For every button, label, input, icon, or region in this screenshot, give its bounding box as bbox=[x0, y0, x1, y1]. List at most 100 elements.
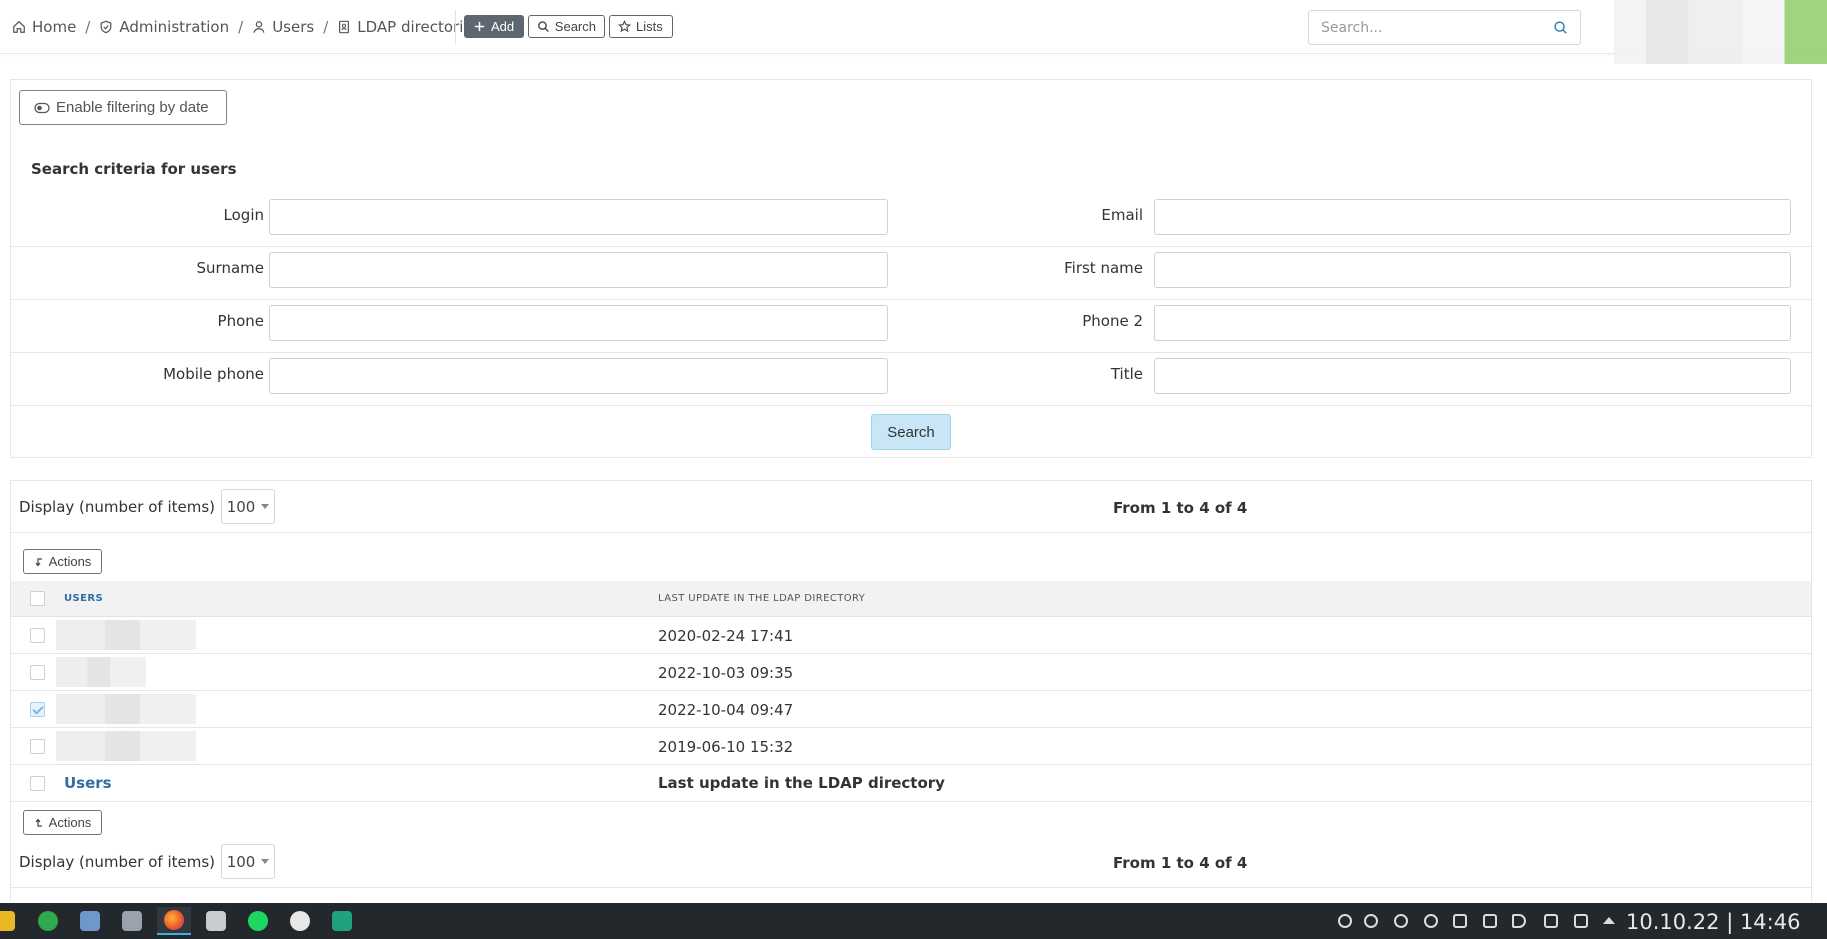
breadcrumb-users-label: Users bbox=[272, 18, 315, 36]
page-size-select-top[interactable]: 100 bbox=[221, 489, 276, 524]
add-button-label: Add bbox=[491, 19, 515, 34]
spotify-icon bbox=[248, 911, 268, 931]
enable-date-filter-button[interactable]: Enable filtering by date bbox=[19, 90, 227, 125]
filter-row-login-email: Login Email bbox=[11, 194, 1811, 247]
taskbar-app-clipboard[interactable] bbox=[199, 907, 233, 935]
pagination-info-top: From 1 to 4 of 4 bbox=[1113, 499, 1248, 517]
tray-window-icon[interactable] bbox=[1542, 912, 1560, 930]
footer-last-update-label: Last update in the LDAP directory bbox=[658, 774, 945, 792]
last-update-cell: 2019-06-10 15:32 bbox=[658, 738, 794, 756]
tray-brightness-icon[interactable] bbox=[1336, 912, 1354, 930]
first-name-input[interactable] bbox=[1154, 252, 1791, 288]
row-checkbox[interactable] bbox=[30, 665, 45, 680]
table-row[interactable]: 2019-06-10 15:32 bbox=[11, 728, 1811, 765]
row-checkbox[interactable] bbox=[30, 739, 45, 754]
login-label: Login bbox=[223, 206, 264, 224]
breadcrumb-home[interactable]: Home bbox=[12, 18, 76, 36]
user-name-blurred[interactable] bbox=[56, 657, 146, 687]
taskbar-app-firefox[interactable] bbox=[157, 907, 191, 935]
user-name-blurred[interactable] bbox=[56, 620, 196, 650]
tray-media-icon[interactable] bbox=[1362, 912, 1380, 930]
breadcrumb-separator: / bbox=[323, 18, 329, 36]
search-submit-button[interactable]: Search bbox=[871, 414, 951, 450]
phone-label: Phone bbox=[217, 312, 264, 330]
taskbar-app-x[interactable] bbox=[283, 907, 317, 935]
filter-row-surname-firstname: Surname First name bbox=[11, 247, 1811, 300]
breadcrumb-home-label: Home bbox=[32, 18, 77, 36]
actions-button-bottom[interactable]: Actions bbox=[23, 810, 102, 835]
select-all-checkbox[interactable] bbox=[30, 591, 45, 606]
table-header: Users Last update in the LDAP directory bbox=[11, 581, 1811, 617]
tray-expand-icon[interactable] bbox=[1600, 912, 1618, 930]
column-header-last-update[interactable]: Last update in the LDAP directory bbox=[658, 593, 865, 604]
row-checkbox[interactable] bbox=[30, 628, 45, 643]
user-icon bbox=[253, 21, 265, 33]
taskbar-app-spotify[interactable] bbox=[241, 907, 275, 935]
search-filter-panel: Enable filtering by date Search criteria… bbox=[10, 79, 1812, 458]
caret-down-icon bbox=[261, 859, 270, 864]
search-button-toolbar[interactable]: Search bbox=[528, 15, 605, 38]
taskbar-app-tools[interactable] bbox=[31, 907, 65, 935]
taskbar-app-store[interactable] bbox=[73, 907, 107, 935]
table-row[interactable]: 2022-10-04 09:47 bbox=[11, 691, 1811, 728]
breadcrumb: Home / Administration / Users / LDAP dir… bbox=[12, 18, 480, 36]
tray-clipboard-icon[interactable] bbox=[1451, 912, 1469, 930]
page-size-control-bottom: Display (number of items) 100 bbox=[19, 844, 276, 879]
global-search-box bbox=[1308, 10, 1581, 45]
taskbar-app-files[interactable] bbox=[115, 907, 149, 935]
taskbar-clock[interactable]: 10.10.22 | 14:46 bbox=[1626, 910, 1800, 934]
breadcrumb-users[interactable]: Users bbox=[252, 18, 314, 36]
actions-button-top[interactable]: Actions bbox=[23, 549, 102, 574]
page-size-value: 100 bbox=[226, 497, 256, 516]
firefox-icon bbox=[164, 910, 184, 930]
email-input[interactable] bbox=[1154, 199, 1791, 235]
tray-network-icon[interactable] bbox=[1392, 912, 1410, 930]
launcher-icon bbox=[0, 911, 15, 931]
global-search-input[interactable] bbox=[1321, 19, 1553, 36]
tray-printer-icon[interactable] bbox=[1481, 912, 1499, 930]
login-input[interactable] bbox=[269, 199, 888, 235]
criteria-title: Search criteria for users bbox=[31, 160, 237, 178]
breadcrumb-separator: / bbox=[238, 18, 244, 36]
tray-back-icon[interactable] bbox=[1422, 912, 1440, 930]
home-icon bbox=[13, 20, 25, 33]
title-input[interactable] bbox=[1154, 358, 1791, 394]
phone-input[interactable] bbox=[269, 305, 888, 341]
footer-users-label[interactable]: Users bbox=[64, 774, 112, 792]
star-icon bbox=[618, 20, 631, 33]
taskbar-app-launcher[interactable] bbox=[0, 907, 22, 935]
os-taskbar: 10.10.22 | 14:46 bbox=[0, 903, 1827, 939]
search-icon[interactable] bbox=[1553, 20, 1568, 35]
row-checkbox-checked[interactable] bbox=[30, 702, 45, 717]
toolbar-divider bbox=[455, 10, 456, 44]
breadcrumb-administration[interactable]: Administration bbox=[99, 18, 229, 36]
enable-date-filter-label: Enable filtering by date bbox=[56, 99, 209, 116]
phone2-input[interactable] bbox=[1154, 305, 1791, 341]
select-all-checkbox-footer[interactable] bbox=[30, 776, 45, 791]
mobile-phone-label: Mobile phone bbox=[163, 365, 264, 383]
top-navigation-bar: Home / Administration / Users / LDAP dir… bbox=[0, 0, 1827, 64]
table-row[interactable]: 2020-02-24 17:41 bbox=[11, 617, 1811, 654]
last-update-cell: 2022-10-04 09:47 bbox=[658, 701, 794, 719]
last-update-cell: 2022-10-03 09:35 bbox=[658, 664, 794, 682]
surname-label: Surname bbox=[196, 259, 264, 277]
phone2-label: Phone 2 bbox=[1082, 312, 1143, 330]
breadcrumb-ldap-directories[interactable]: LDAP directories bbox=[337, 18, 480, 36]
page-size-select-bottom[interactable]: 100 bbox=[221, 844, 276, 879]
mobile-phone-input[interactable] bbox=[269, 358, 888, 394]
wrench-icon bbox=[38, 911, 58, 931]
user-name-blurred[interactable] bbox=[56, 731, 196, 761]
lists-button[interactable]: Lists bbox=[609, 15, 673, 38]
x-app-icon bbox=[290, 911, 310, 931]
user-name-blurred[interactable] bbox=[56, 694, 196, 724]
tray-display-icon[interactable] bbox=[1572, 912, 1590, 930]
column-header-users[interactable]: Users bbox=[64, 593, 103, 604]
user-menu-blurred[interactable] bbox=[1614, 0, 1827, 64]
add-button[interactable]: Add bbox=[464, 15, 524, 38]
page-size-control-top: Display (number of items) 100 bbox=[19, 489, 276, 524]
first-name-label: First name bbox=[1064, 259, 1143, 277]
table-row[interactable]: 2022-10-03 09:35 bbox=[11, 654, 1811, 691]
taskbar-app-notes[interactable] bbox=[325, 907, 359, 935]
surname-input[interactable] bbox=[269, 252, 888, 288]
tray-volume-icon[interactable] bbox=[1510, 912, 1528, 930]
